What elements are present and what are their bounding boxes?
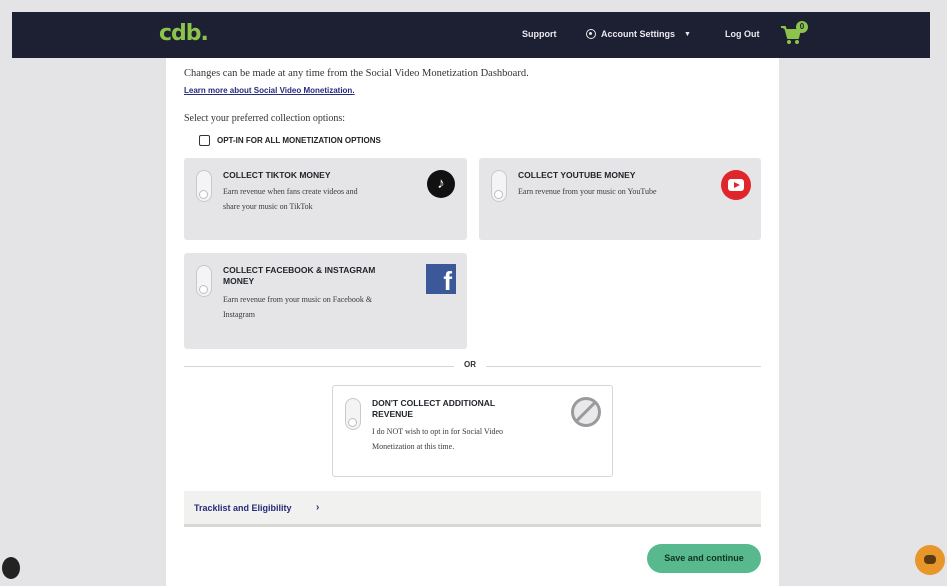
- tiktok-toggle[interactable]: [196, 170, 212, 202]
- chevron-right-icon: ›: [316, 502, 320, 513]
- cart-count-badge: 0: [796, 21, 808, 33]
- optin-all-label: OPT-IN FOR ALL MONETIZATION OPTIONS: [217, 136, 381, 145]
- facebook-card-title-line1: COLLECT FACEBOOK & INSTAGRAM: [223, 265, 376, 275]
- youtube-card-title: COLLECT YOUTUBE MONEY: [518, 170, 636, 180]
- tracklist-eligibility-label: Tracklist and Eligibility: [194, 503, 292, 513]
- tiktok-card-desc-line2: share your music on TikTok: [223, 202, 313, 211]
- intro-text: Changes can be made at any time from the…: [184, 68, 529, 79]
- blocked-icon: [571, 397, 601, 427]
- cdbaby-logo[interactable]: cdb.: [159, 21, 209, 46]
- decline-card-desc-line2: Monetization at this time.: [372, 442, 455, 451]
- optin-all-option[interactable]: OPT-IN FOR ALL MONETIZATION OPTIONS: [199, 135, 381, 146]
- save-and-continue-button[interactable]: Save and continue: [647, 544, 761, 573]
- facebook-option-card[interactable]: COLLECT FACEBOOK & INSTAGRAM MONEY Earn …: [184, 253, 467, 349]
- tiktok-card-title: COLLECT TIKTOK MONEY: [223, 170, 331, 180]
- decline-card-title-line2: REVENUE: [372, 409, 414, 419]
- toggle-knob: [494, 190, 503, 199]
- chevron-down-icon: ▼: [684, 30, 691, 38]
- learn-more-link[interactable]: Learn more about Social Video Monetizati…: [184, 86, 355, 95]
- optin-all-checkbox[interactable]: [199, 135, 210, 146]
- account-settings-menu[interactable]: Account Settings ▼: [586, 29, 691, 39]
- account-settings-label: Account Settings: [601, 29, 676, 39]
- monetization-panel: Changes can be made at any time from the…: [166, 58, 779, 586]
- support-link[interactable]: Support: [522, 29, 557, 39]
- youtube-toggle[interactable]: [491, 170, 507, 202]
- chat-bubble-icon[interactable]: [915, 545, 945, 575]
- facebook-card-desc-line2: Instagram: [223, 310, 255, 319]
- decline-card-title-line1: DON'T COLLECT ADDITIONAL: [372, 398, 496, 408]
- youtube-card-desc: Earn revenue from your music on YouTube: [518, 187, 657, 196]
- cart-button[interactable]: 0: [780, 21, 808, 49]
- or-divider-label: OR: [454, 360, 486, 369]
- decline-toggle[interactable]: [345, 398, 361, 430]
- facebook-card-desc-line1: Earn revenue from your music on Facebook…: [223, 295, 373, 304]
- toggle-knob: [348, 418, 357, 427]
- decline-card-desc-line1: I do NOT wish to opt in for Social Video: [372, 427, 503, 436]
- toggle-knob: [199, 190, 208, 199]
- youtube-icon: [721, 170, 751, 200]
- facebook-icon: f: [426, 264, 456, 294]
- decline-option-card[interactable]: DON'T COLLECT ADDITIONAL REVENUE I do NO…: [332, 385, 613, 477]
- tracklist-eligibility-section[interactable]: Tracklist and Eligibility ›: [184, 491, 761, 527]
- tiktok-option-card[interactable]: COLLECT TIKTOK MONEY Earn revenue when f…: [184, 158, 467, 240]
- tiktok-card-desc-line1: Earn revenue when fans create videos and: [223, 187, 358, 196]
- log-out-link[interactable]: Log Out: [725, 29, 760, 39]
- tiktok-icon: ♪: [427, 170, 455, 198]
- accessibility-icon[interactable]: [2, 557, 20, 579]
- facebook-card-title-line2: MONEY: [223, 276, 255, 286]
- facebook-toggle[interactable]: [196, 265, 212, 297]
- youtube-option-card[interactable]: COLLECT YOUTUBE MONEY Earn revenue from …: [479, 158, 761, 240]
- gear-icon: [586, 29, 596, 39]
- toggle-knob: [199, 285, 208, 294]
- top-nav-bar: cdb. Support Account Settings ▼ Log Out …: [12, 12, 930, 58]
- collection-options-label: Select your preferred collection options…: [184, 113, 346, 124]
